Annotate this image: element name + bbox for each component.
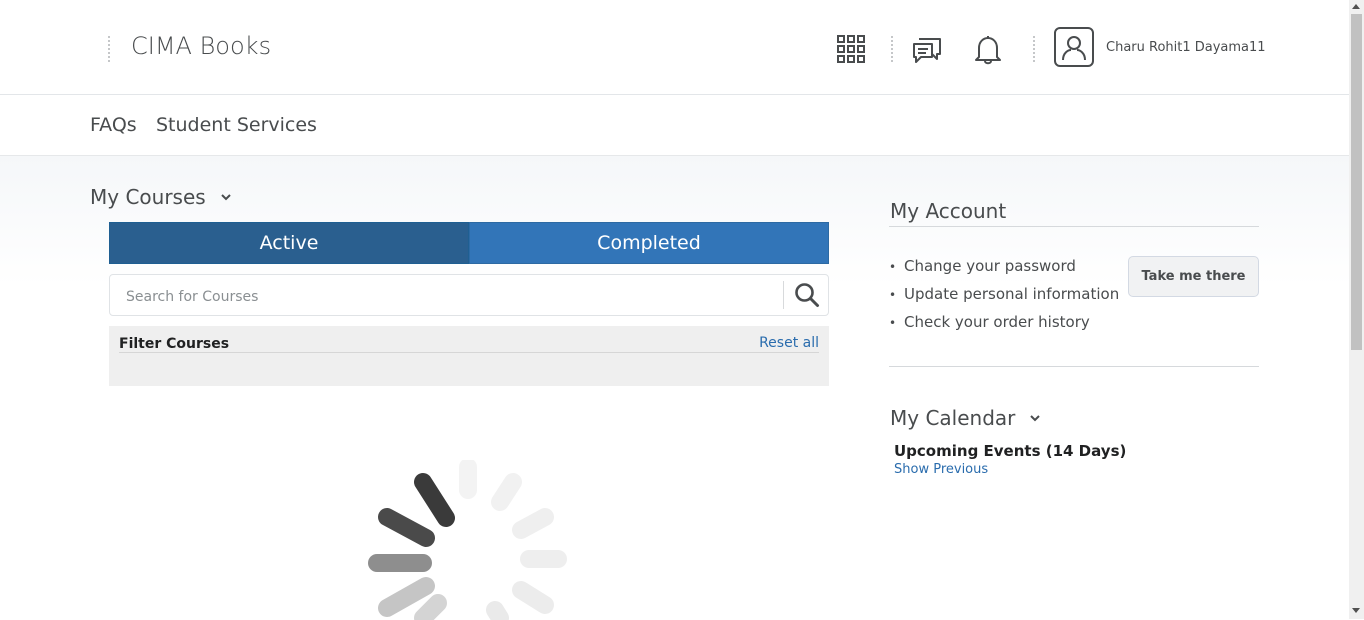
account-links: Change your password Update personal inf… bbox=[889, 252, 1119, 336]
scroll-up-icon[interactable] bbox=[1352, 4, 1360, 9]
nav-item-student-services[interactable]: Student Services bbox=[156, 114, 317, 136]
tab-active[interactable]: Active bbox=[109, 222, 469, 264]
list-item: Check your order history bbox=[889, 308, 1119, 336]
tab-completed[interactable]: Completed bbox=[469, 222, 829, 264]
divider bbox=[889, 366, 1259, 367]
user-menu-button[interactable]: Charu Rohit1 Dayama11 bbox=[1054, 27, 1266, 67]
take-me-there-button[interactable]: Take me there bbox=[1128, 256, 1259, 297]
grid-icon[interactable] bbox=[835, 32, 867, 66]
user-icon bbox=[1054, 27, 1094, 67]
course-tabs: Active Completed bbox=[109, 222, 829, 264]
upcoming-events-title: Upcoming Events (14 Days) bbox=[894, 442, 1127, 460]
my-courses-title[interactable]: My Courses bbox=[90, 185, 232, 209]
show-previous-link[interactable]: Show Previous bbox=[894, 462, 988, 477]
top-header: CIMA Books Charu Rohit1 Dayama11 bbox=[0, 0, 1349, 95]
filter-panel: Filter Courses Reset all bbox=[109, 326, 829, 386]
divider bbox=[1033, 36, 1035, 62]
my-account-label: My Account bbox=[890, 199, 1007, 223]
username: Charu Rohit1 Dayama11 bbox=[1106, 39, 1266, 55]
brand-title[interactable]: CIMA Books bbox=[131, 32, 271, 60]
nav-item-faqs[interactable]: FAQs bbox=[90, 114, 137, 136]
list-item: Change your password bbox=[889, 252, 1119, 280]
chevron-down-icon bbox=[1030, 415, 1041, 422]
scrollbar-thumb[interactable] bbox=[1351, 14, 1362, 350]
vertical-scrollbar[interactable] bbox=[1349, 0, 1364, 619]
main-content: My Courses Active Completed Filter Cours… bbox=[0, 156, 1349, 620]
divider bbox=[891, 36, 893, 62]
reset-all-link[interactable]: Reset all bbox=[759, 335, 819, 351]
bell-icon[interactable] bbox=[972, 32, 1004, 66]
course-search bbox=[109, 274, 829, 316]
my-calendar-label: My Calendar bbox=[890, 406, 1016, 430]
chevron-down-icon bbox=[220, 194, 231, 201]
search-icon[interactable] bbox=[790, 279, 824, 311]
my-calendar-title[interactable]: My Calendar bbox=[890, 406, 1041, 430]
divider bbox=[108, 36, 110, 62]
scroll-down-icon[interactable] bbox=[1352, 608, 1360, 613]
list-item: Update personal information bbox=[889, 280, 1119, 308]
divider bbox=[119, 352, 819, 353]
my-account-title: My Account bbox=[890, 199, 1006, 223]
divider bbox=[783, 281, 784, 309]
my-courses-label: My Courses bbox=[90, 185, 206, 209]
divider bbox=[889, 226, 1259, 227]
loading-spinner-icon bbox=[368, 460, 567, 620]
chat-icon[interactable] bbox=[911, 32, 943, 66]
nav-bar: FAQs Student Services bbox=[0, 95, 1349, 156]
search-input[interactable] bbox=[124, 285, 768, 309]
filter-label: Filter Courses bbox=[119, 336, 230, 352]
